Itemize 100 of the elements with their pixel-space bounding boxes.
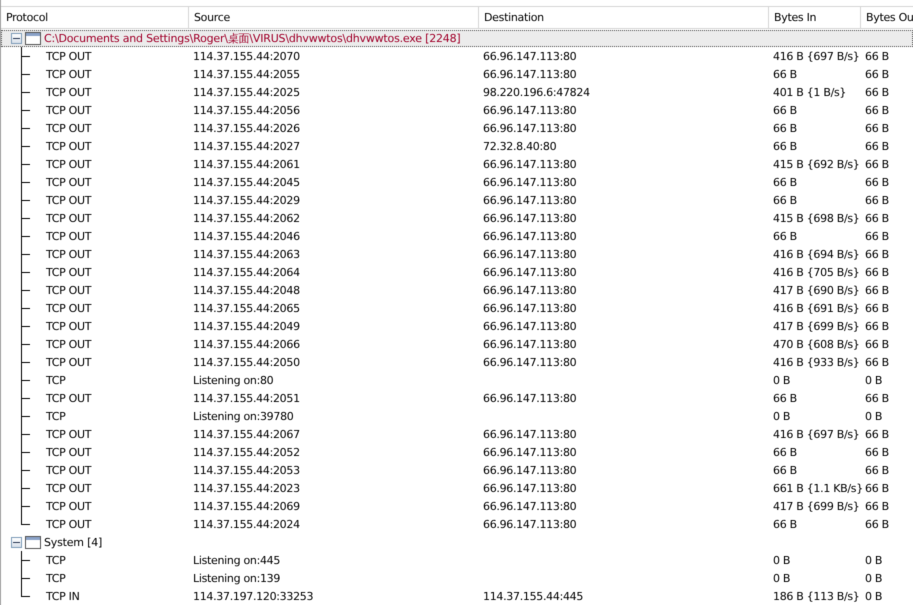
destination-text: 66.96.147.113:80 xyxy=(482,428,576,440)
destination-text: 66.96.147.113:80 xyxy=(482,104,576,116)
connection-row[interactable]: TCP OUT 114.37.155.44:2063 66.96.147.113:80 416 B {694 B/s} 66 B xyxy=(1,245,913,263)
column-header[interactable]: Source xyxy=(189,7,479,28)
connection-row[interactable]: TCP OUT 114.37.155.44:2062 66.96.147.113:80 415 B {698 B/s} 66 B xyxy=(1,209,913,227)
protocol-text: TCP OUT xyxy=(46,194,92,206)
connection-row[interactable]: TCP Listening on:139 0 B 0 B xyxy=(1,569,913,587)
connection-row[interactable]: TCP OUT 114.37.155.44:2070 66.96.147.113:80 416 B {697 B/s} 66 B xyxy=(1,47,913,65)
collapse-toggle[interactable] xyxy=(11,33,22,44)
connection-row[interactable]: TCP Listening on:445 0 B 0 B xyxy=(1,551,913,569)
protocol-text: TCP OUT xyxy=(46,86,92,98)
bytes-in-text: 415 B {692 B/s} xyxy=(772,158,860,170)
connection-row[interactable]: TCP OUT 114.37.155.44:2046 66.96.147.113:80 66 B 66 B xyxy=(1,227,913,245)
protocol-text: TCP OUT xyxy=(46,50,92,62)
tree-line xyxy=(21,425,30,443)
source-text: 114.37.155.44:2026 xyxy=(192,122,300,134)
connection-row[interactable]: TCP OUT 114.37.155.44:2029 66.96.147.113:80 66 B 66 B xyxy=(1,191,913,209)
destination-text: 66.96.147.113:80 xyxy=(482,50,576,62)
bytes-out-text: 66 B xyxy=(864,338,889,350)
source-text: 114.37.155.44:2070 xyxy=(192,50,300,62)
bytes-out-text: 66 B xyxy=(864,140,889,152)
bytes-out-text: 66 B xyxy=(864,68,889,80)
source-text: 114.37.155.44:2069 xyxy=(192,500,300,512)
connection-row[interactable]: TCP OUT 114.37.155.44:2027 72.32.8.40:80 66 B 66 B xyxy=(1,137,913,155)
connection-row[interactable]: TCP OUT 114.37.155.44:2056 66.96.147.113:80 66 B 66 B xyxy=(1,101,913,119)
source-text: 114.37.155.44:2025 xyxy=(192,86,300,98)
connection-row[interactable]: TCP OUT 114.37.155.44:2023 66.96.147.113:80 661 B {1.1 KB/s} 66 B xyxy=(1,479,913,497)
connection-row[interactable]: TCP OUT 114.37.155.44:2065 66.96.147.113:80 416 B {691 B/s} 66 B xyxy=(1,299,913,317)
protocol-text: TCP OUT xyxy=(46,230,92,242)
connection-row[interactable]: TCP OUT 114.37.155.44:2051 66.96.147.113:80 66 B 66 B xyxy=(1,389,913,407)
connection-row[interactable]: TCP OUT 114.37.155.44:2066 66.96.147.113:80 470 B {608 B/s} 66 B xyxy=(1,335,913,353)
bytes-out-text: 66 B xyxy=(864,284,889,296)
column-header[interactable]: Bytes Ou xyxy=(861,7,913,28)
bytes-out-text: 66 B xyxy=(864,518,889,530)
bytes-in-text: 66 B xyxy=(772,68,797,80)
connection-row[interactable]: TCP OUT 114.37.155.44:2049 66.96.147.113:80 417 B {699 B/s} 66 B xyxy=(1,317,913,335)
bytes-in-text: 0 B xyxy=(772,410,790,422)
bytes-out-text: 66 B xyxy=(864,158,889,170)
bytes-out-text: 66 B xyxy=(864,212,889,224)
connection-row[interactable]: TCP OUT 114.37.155.44:2069 66.96.147.113:80 417 B {699 B/s} 66 B xyxy=(1,497,913,515)
column-header[interactable]: Protocol xyxy=(1,7,189,28)
connection-row[interactable]: TCP IN 114.37.197.120:33253 114.37.155.44:445 186 B {113 B/s} 0 B xyxy=(1,587,913,605)
collapse-toggle[interactable] xyxy=(11,537,22,548)
bytes-out-text: 66 B xyxy=(864,86,889,98)
window-icon xyxy=(25,32,41,45)
tree-line xyxy=(21,119,30,137)
connection-row[interactable]: TCP OUT 114.37.155.44:2053 66.96.147.113:80 66 B 66 B xyxy=(1,461,913,479)
source-text: 114.37.197.120:33253 xyxy=(192,590,314,602)
bytes-out-text: 66 B xyxy=(864,248,889,260)
bytes-in-text: 66 B xyxy=(772,446,797,458)
protocol-text: TCP xyxy=(46,554,66,566)
connection-row[interactable]: TCP OUT 114.37.155.44:2050 66.96.147.113:80 416 B {933 B/s} 66 B xyxy=(1,353,913,371)
connection-row[interactable]: TCP OUT 114.37.155.44:2055 66.96.147.113:80 66 B 66 B xyxy=(1,65,913,83)
column-header[interactable]: Bytes In xyxy=(769,7,861,28)
connection-row[interactable]: TCP Listening on:80 0 B 0 B xyxy=(1,371,913,389)
destination-text: 98.220.196.6:47824 xyxy=(482,86,590,98)
destination-text: 66.96.147.113:80 xyxy=(482,212,576,224)
protocol-text: TCP OUT xyxy=(46,104,92,116)
connection-row[interactable]: TCP OUT 114.37.155.44:2052 66.96.147.113:80 66 B 66 B xyxy=(1,443,913,461)
column-header[interactable]: Destination xyxy=(479,7,769,28)
source-text: 114.37.155.44:2061 xyxy=(192,158,300,170)
connection-row[interactable]: TCP OUT 114.37.155.44:2045 66.96.147.113:80 66 B 66 B xyxy=(1,173,913,191)
bytes-in-text: 66 B xyxy=(772,518,797,530)
bytes-in-text: 66 B xyxy=(772,176,797,188)
connection-row[interactable]: TCP OUT 114.37.155.44:2067 66.96.147.113:80 416 B {697 B/s} 66 B xyxy=(1,425,913,443)
connection-row[interactable]: TCP OUT 114.37.155.44:2025 98.220.196.6:47824 401 B {1 B/s} 66 B xyxy=(1,83,913,101)
process-row[interactable]: System [4] xyxy=(1,534,913,551)
connection-row[interactable]: TCP OUT 114.37.155.44:2064 66.96.147.113:80 416 B {705 B/s} 66 B xyxy=(1,263,913,281)
tree-line xyxy=(21,335,30,353)
protocol-text: TCP xyxy=(46,572,66,584)
protocol-text: TCP OUT xyxy=(46,500,92,512)
bytes-in-text: 470 B {608 B/s} xyxy=(772,338,860,350)
tree-line xyxy=(21,209,30,227)
bytes-in-text: 417 B {690 B/s} xyxy=(772,284,860,296)
bytes-in-text: 66 B xyxy=(772,122,797,134)
destination-text: 66.96.147.113:80 xyxy=(482,302,576,314)
source-text: 114.37.155.44:2062 xyxy=(192,212,300,224)
protocol-text: TCP OUT xyxy=(46,356,92,368)
destination-text: 66.96.147.113:80 xyxy=(482,356,576,368)
bytes-out-text: 66 B xyxy=(864,302,889,314)
connection-row[interactable]: TCP OUT 114.37.155.44:2026 66.96.147.113:80 66 B 66 B xyxy=(1,119,913,137)
connection-row[interactable]: TCP OUT 114.37.155.44:2061 66.96.147.113:80 415 B {692 B/s} 66 B xyxy=(1,155,913,173)
destination-text: 66.96.147.113:80 xyxy=(482,158,576,170)
protocol-text: TCP OUT xyxy=(46,284,92,296)
protocol-text: TCP OUT xyxy=(46,446,92,458)
source-text: Listening on:39780 xyxy=(192,410,294,422)
tree-line xyxy=(21,47,30,65)
bytes-in-text: 66 B xyxy=(772,194,797,206)
tree-line xyxy=(21,443,30,461)
source-text: 114.37.155.44:2053 xyxy=(192,464,300,476)
process-row[interactable]: C:\Documents and Settings\Roger\桌面\VIRUS\dhvwwtos\dhvwwtos.exe [2248] xyxy=(1,30,913,47)
minus-icon xyxy=(13,542,20,543)
connection-row[interactable]: TCP Listening on:39780 0 B 0 B xyxy=(1,407,913,425)
protocol-text: TCP OUT xyxy=(46,302,92,314)
source-text: 114.37.155.44:2066 xyxy=(192,338,300,350)
bytes-out-text: 66 B xyxy=(864,446,889,458)
source-text: 114.37.155.44:2064 xyxy=(192,266,300,278)
connection-row[interactable]: TCP OUT 114.37.155.44:2048 66.96.147.113:80 417 B {690 B/s} 66 B xyxy=(1,281,913,299)
connection-row[interactable]: TCP OUT 114.37.155.44:2024 66.96.147.113:80 66 B 66 B xyxy=(1,515,913,533)
bytes-out-text: 66 B xyxy=(864,428,889,440)
